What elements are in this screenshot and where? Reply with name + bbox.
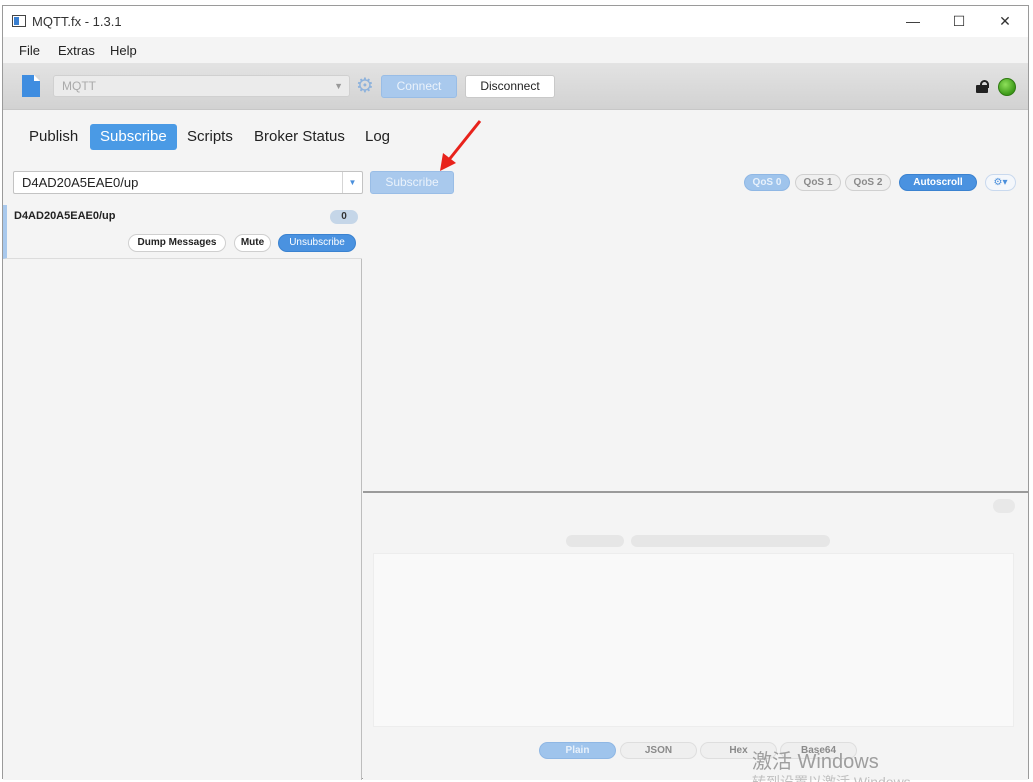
- menu-extras[interactable]: Extras: [58, 43, 95, 58]
- menu-bar: File Extras Help: [3, 37, 1028, 63]
- connection-profile-value: MQTT: [62, 79, 96, 93]
- edit-profile-icon[interactable]: [22, 75, 40, 97]
- app-window: MQTT.fx - 1.3.1 — ☐ ✕ File Extras Help M…: [2, 5, 1029, 780]
- close-button[interactable]: ✕: [982, 6, 1028, 37]
- dump-messages-button[interactable]: Dump Messages: [128, 234, 226, 252]
- qos2-toggle[interactable]: QoS 2: [845, 174, 891, 191]
- topic-dropdown-icon[interactable]: ▼: [342, 172, 362, 193]
- qos1-toggle[interactable]: QoS 1: [795, 174, 841, 191]
- format-plain-toggle[interactable]: Plain: [539, 742, 616, 759]
- tab-broker-status[interactable]: Broker Status: [244, 124, 355, 150]
- message-count-badge: 0: [330, 210, 358, 224]
- topic-input[interactable]: D4AD20A5EAE0/up ▼: [13, 171, 363, 194]
- subscriptions-list: D4AD20A5EAE0/up 0 Dump Messages Mute Uns…: [3, 205, 362, 780]
- topic-input-value: D4AD20A5EAE0/up: [22, 175, 139, 190]
- connect-button[interactable]: Connect: [381, 75, 457, 98]
- detail-topic-placeholder: [631, 535, 830, 547]
- subscription-item[interactable]: D4AD20A5EAE0/up 0 Dump Messages Mute Uns…: [3, 205, 362, 259]
- maximize-button[interactable]: ☐: [936, 6, 982, 37]
- chevron-down-icon: ▼: [334, 81, 343, 91]
- connection-status-light: [998, 78, 1016, 96]
- minimize-button[interactable]: —: [890, 6, 936, 37]
- menu-help[interactable]: Help: [110, 43, 137, 58]
- subscribe-toolbar: D4AD20A5EAE0/up ▼ Subscribe QoS 0 QoS 1 …: [3, 164, 1028, 204]
- unlocked-lock-icon: [976, 80, 989, 93]
- unsubscribe-button[interactable]: Unsubscribe: [278, 234, 356, 252]
- format-json-toggle[interactable]: JSON: [620, 742, 697, 759]
- subscription-topic: D4AD20A5EAE0/up: [14, 210, 116, 222]
- disconnect-button[interactable]: Disconnect: [465, 75, 555, 98]
- tab-publish[interactable]: Publish: [19, 124, 88, 150]
- autoscroll-toggle[interactable]: Autoscroll: [899, 174, 977, 191]
- options-gear-icon[interactable]: ⚙▾: [985, 174, 1016, 191]
- tab-subscribe[interactable]: Subscribe: [90, 124, 177, 150]
- annotation-arrow-icon: [440, 120, 482, 171]
- connection-profile-select[interactable]: MQTT ▼: [53, 75, 350, 97]
- app-icon: [12, 15, 26, 27]
- mute-button[interactable]: Mute: [234, 234, 271, 252]
- messages-pane: [363, 205, 1028, 491]
- main-tabs: Publish Subscribe Scripts Broker Status …: [3, 110, 1028, 164]
- window-title: MQTT.fx - 1.3.1: [32, 14, 122, 29]
- detail-header-placeholder: [566, 535, 624, 547]
- connection-toolbar: MQTT ▼ ⚙ Connect Disconnect: [3, 63, 1028, 110]
- activation-watermark-subtitle: 转到设置以激活 Windows: [752, 774, 911, 782]
- title-bar: MQTT.fx - 1.3.1 — ☐ ✕: [3, 6, 1028, 37]
- message-detail-pane: Plain JSON Hex Base64: [363, 491, 1028, 780]
- tab-scripts[interactable]: Scripts: [177, 124, 243, 150]
- menu-file[interactable]: File: [19, 43, 40, 58]
- tab-log[interactable]: Log: [355, 124, 400, 150]
- activation-watermark: 激活 Windows: [752, 751, 879, 773]
- settings-gear-icon[interactable]: ⚙: [356, 76, 374, 96]
- detail-toggle-placeholder: [993, 499, 1015, 513]
- qos0-toggle[interactable]: QoS 0: [744, 174, 790, 191]
- payload-view: [373, 553, 1014, 727]
